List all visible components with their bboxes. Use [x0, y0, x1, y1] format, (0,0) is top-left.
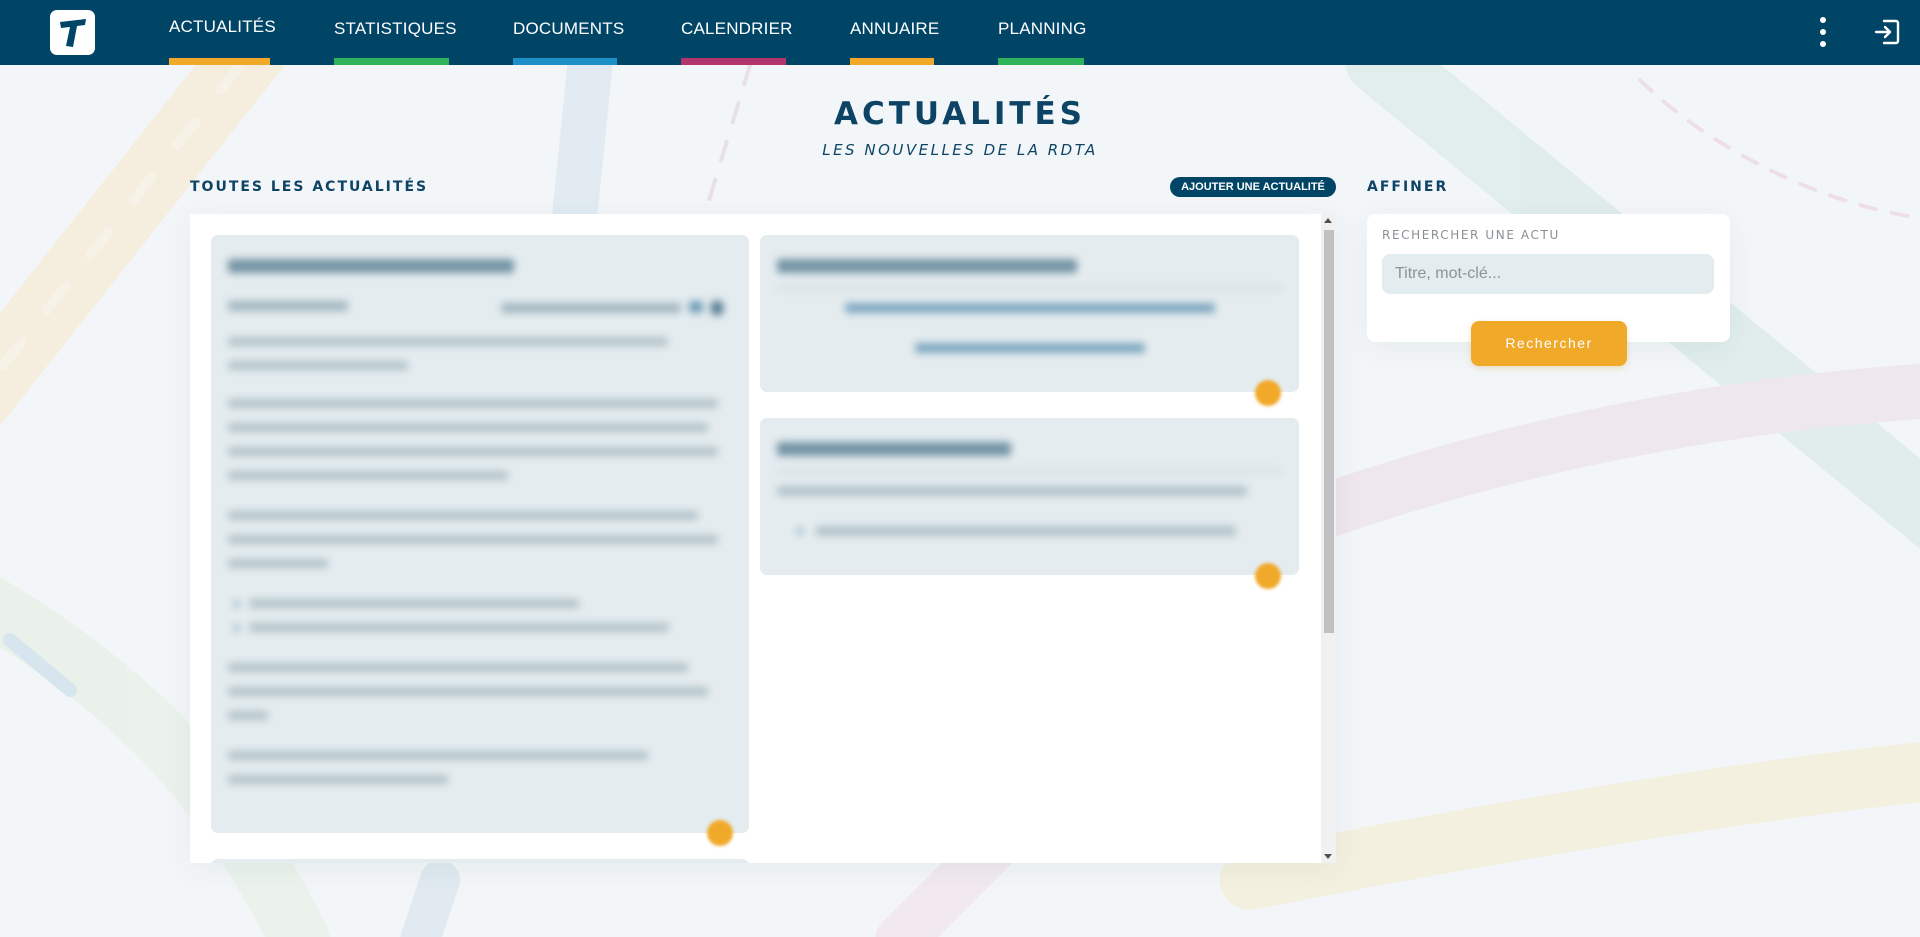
search-input[interactable] [1382, 254, 1714, 294]
news-card[interactable] [760, 235, 1299, 406]
search-button[interactable]: Rechercher [1471, 321, 1627, 366]
news-card[interactable] [211, 235, 749, 846]
nav-tab-statistiques[interactable]: STATISTIQUES [334, 0, 457, 65]
nav-tab-annuaire[interactable]: ANNUAIRE [850, 0, 940, 65]
news-badge-dot [1255, 380, 1281, 406]
nav-tab-label: STATISTIQUES [334, 19, 457, 38]
nav-tab-underline [334, 58, 449, 65]
nav-tab-label: CALENDRIER [681, 19, 793, 38]
news-section-title: TOUTES LES ACTUALITÉS [190, 179, 429, 195]
nav-tab-label: ANNUAIRE [850, 19, 940, 38]
page-subtitle: LES NOUVELLES DE LA RDTA [822, 141, 1098, 159]
nav-tab-label: PLANNING [998, 19, 1087, 38]
news-card[interactable] [211, 859, 749, 863]
add-news-button[interactable]: AJOUTER UNE ACTUALITÉ [1170, 177, 1336, 197]
app-logo[interactable] [50, 10, 95, 55]
scroll-down-arrow-icon[interactable] [1324, 854, 1332, 859]
filter-section-title: AFFINER [1367, 179, 1449, 195]
nav-tab-label: ACTUALITÉS [169, 17, 276, 36]
page-title: ACTUALITÉS [833, 96, 1087, 132]
nav-tab-documents[interactable]: DOCUMENTS [513, 0, 625, 65]
news-card-blurred-content [777, 442, 1282, 536]
nav-tab-underline [681, 58, 786, 65]
news-badge-dot [1255, 563, 1281, 589]
news-list-panel [190, 214, 1336, 863]
nav-tab-calendrier[interactable]: CALENDRIER [681, 0, 793, 65]
news-badge-dot [707, 820, 733, 846]
nav-tab-underline [998, 58, 1084, 65]
nav-tab-underline [513, 58, 617, 65]
logo-t-icon [60, 19, 86, 47]
news-card-blurred-content [777, 259, 1282, 353]
scroll-thumb[interactable] [1324, 230, 1334, 633]
nav-tab-underline [850, 58, 934, 65]
scroll-up-arrow-icon[interactable] [1324, 218, 1332, 223]
news-card-blurred-content [228, 259, 723, 784]
nav-tab-planning[interactable]: PLANNING [998, 0, 1087, 65]
nav-tab-actualites[interactable]: ACTUALITÉS [169, 0, 276, 65]
news-card[interactable] [760, 418, 1299, 589]
nav-tab-label: DOCUMENTS [513, 19, 625, 38]
news-list-scrollbar[interactable] [1321, 214, 1336, 863]
more-vertical-icon[interactable] [1812, 16, 1834, 48]
nav-tab-underline [169, 58, 270, 65]
logout-icon[interactable] [1872, 17, 1902, 47]
search-label: RECHERCHER UNE ACTU [1382, 228, 1560, 242]
top-navigation-bar: ACTUALITÉS STATISTIQUES DOCUMENTS CALEND… [0, 0, 1920, 65]
